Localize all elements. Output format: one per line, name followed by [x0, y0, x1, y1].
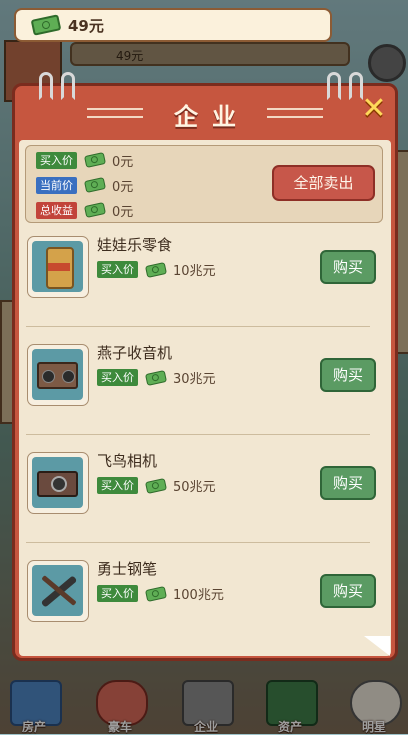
buy-button[interactable]: 购买	[320, 466, 376, 500]
item-price: 买入价 50兆元	[97, 476, 216, 495]
stat-current-price: 当前价 0元	[36, 176, 134, 195]
item-price-value: 50兆元	[173, 480, 216, 495]
item-price: 买入价 100兆元	[97, 584, 224, 603]
item-thumbnail	[27, 452, 89, 514]
buy-button[interactable]: 购买	[320, 250, 376, 284]
item-name: 燕子收音机	[97, 344, 173, 362]
panel-header: 企业	[15, 86, 395, 142]
item-thumbnail	[27, 560, 89, 622]
buy-price-tag: 买入价	[97, 261, 138, 278]
item-price-value: 30兆元	[173, 372, 216, 387]
money-bar: 49元	[14, 8, 332, 42]
sell-all-button[interactable]: 全部卖出	[272, 165, 375, 201]
item-name: 飞鸟相机	[97, 452, 158, 470]
buy-price-value: 0元	[112, 154, 134, 170]
item-thumbnail	[27, 344, 89, 406]
cash-icon	[83, 177, 107, 193]
buy-price-tag: 买入价	[36, 151, 77, 169]
item-price: 买入价 10兆元	[97, 260, 216, 279]
cash-icon	[83, 202, 107, 218]
buy-button[interactable]: 购买	[320, 574, 376, 608]
divider	[26, 326, 370, 327]
money-value: 49元	[68, 16, 104, 35]
cash-icon	[144, 585, 168, 602]
item-name: 勇士钢笔	[97, 560, 158, 578]
close-icon[interactable]: ✕	[358, 93, 390, 125]
cash-icon	[144, 477, 168, 494]
radio-icon	[37, 362, 78, 389]
cash-icon	[30, 14, 62, 36]
stat-total-profit: 总收益 0元	[36, 201, 134, 220]
total-profit-tag: 总收益	[36, 201, 77, 219]
title-decoration	[267, 108, 323, 118]
stat-buy-price: 买入价 0元	[36, 151, 134, 170]
list-item: 娃娃乐零食 买入价 10兆元 购买	[25, 234, 377, 330]
buy-button[interactable]: 购买	[320, 358, 376, 392]
cash-icon	[144, 369, 168, 386]
divider	[26, 542, 370, 543]
item-price: 买入价 30兆元	[97, 368, 216, 387]
divider	[26, 434, 370, 435]
panel-title: 企业	[174, 102, 250, 131]
item-name: 娃娃乐零食	[97, 236, 173, 254]
total-profit-value: 0元	[112, 204, 134, 220]
cash-icon	[144, 261, 168, 278]
cash-icon	[83, 152, 107, 168]
item-thumbnail	[27, 236, 89, 298]
list-item: 燕子收音机 买入价 30兆元 购买	[25, 342, 377, 438]
camera-icon	[37, 471, 78, 497]
item-price-value: 100兆元	[173, 588, 224, 603]
title-decoration	[87, 108, 143, 118]
page-curl	[364, 636, 390, 656]
buy-price-tag: 买入价	[97, 369, 138, 386]
item-price-value: 10兆元	[173, 264, 216, 279]
current-price-tag: 当前价	[36, 176, 77, 194]
buy-price-tag: 买入价	[97, 477, 138, 494]
buy-price-tag: 买入价	[97, 585, 138, 602]
list-item: 勇士钢笔 买入价 100兆元 购买	[25, 558, 377, 654]
current-price-value: 0元	[112, 179, 134, 195]
list-item: 飞鸟相机 买入价 50兆元 购买	[25, 450, 377, 546]
